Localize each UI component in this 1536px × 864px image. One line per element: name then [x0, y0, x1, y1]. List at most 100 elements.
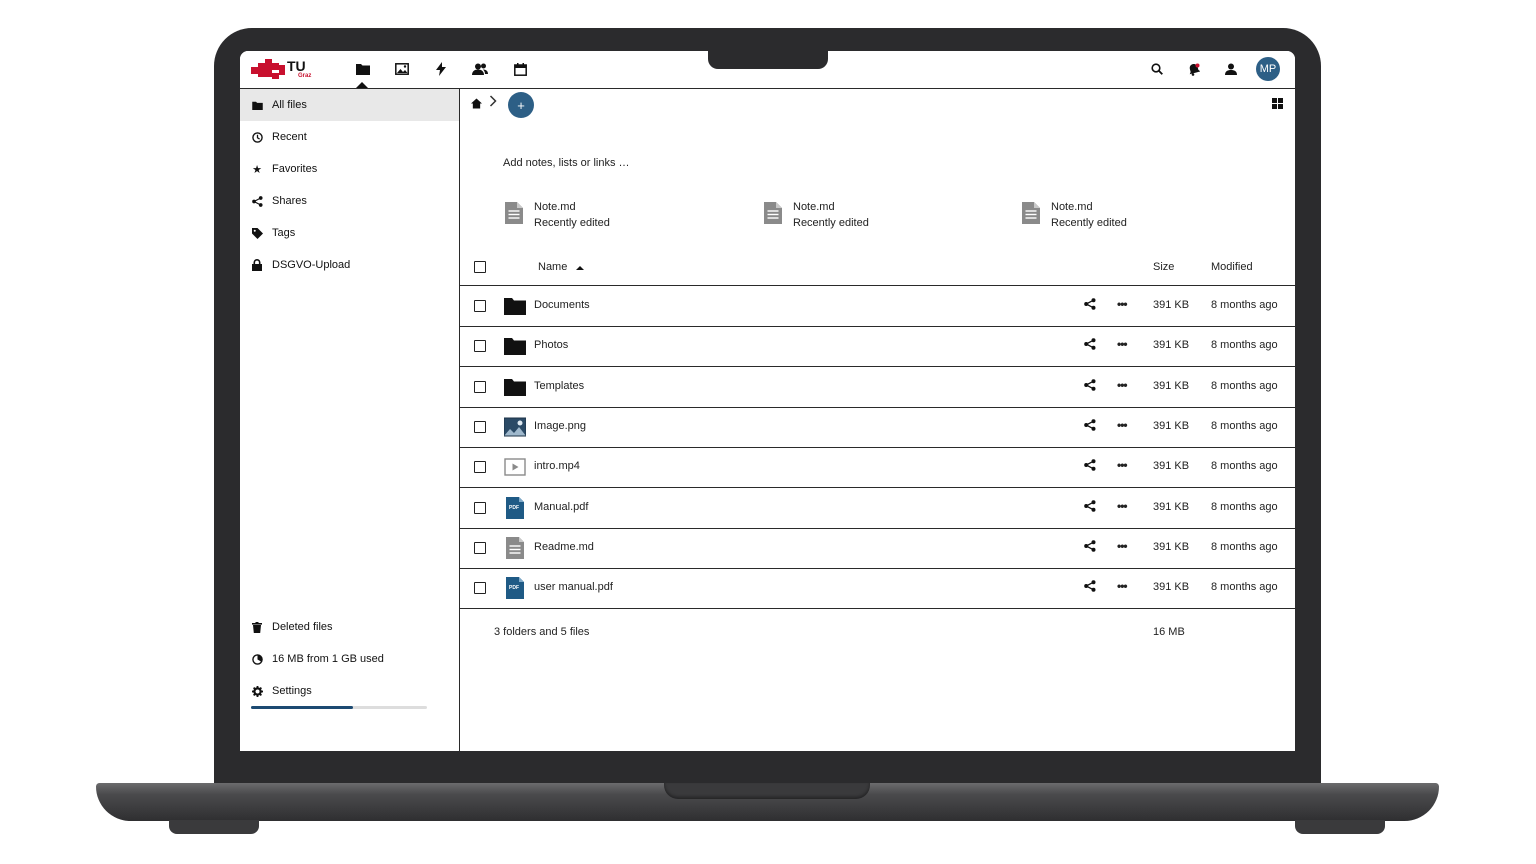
- share-icon[interactable]: [1084, 580, 1096, 592]
- sidebar-item-all-files[interactable]: All files: [240, 89, 459, 121]
- sidebar-item-tags[interactable]: Tags: [240, 217, 459, 249]
- active-app-indicator: [356, 82, 368, 88]
- pdf-badge: PDF: [509, 585, 519, 592]
- lock-icon: [250, 259, 264, 271]
- file-modified: 8 months ago: [1211, 540, 1278, 553]
- sidebar: All files Recent ★ Favorites Shares Tags…: [240, 89, 460, 751]
- column-header-name[interactable]: Name: [538, 261, 567, 273]
- file-name[interactable]: Readme.md: [534, 541, 594, 553]
- share-icon[interactable]: [1084, 419, 1096, 431]
- sidebar-item-dsgvo-upload[interactable]: DSGVO-Upload: [240, 249, 459, 281]
- share-icon[interactable]: [1084, 378, 1096, 391]
- file-summary-size: 16 MB: [1153, 626, 1185, 638]
- row-checkbox[interactable]: [474, 582, 486, 595]
- user-avatar[interactable]: MP: [1256, 57, 1280, 81]
- more-actions-icon[interactable]: •••: [1117, 579, 1128, 593]
- recent-note-card[interactable]: Note.md Recently edited: [505, 199, 610, 231]
- row-checkbox[interactable]: [474, 461, 486, 474]
- calendar-icon[interactable]: [512, 61, 528, 77]
- more-actions-icon[interactable]: •••: [1117, 337, 1128, 351]
- share-icon[interactable]: [1084, 338, 1096, 351]
- sidebar-item-label: Recent: [272, 131, 307, 143]
- share-icon[interactable]: [1084, 499, 1096, 512]
- file-modified: 8 months ago: [1211, 419, 1278, 432]
- note-title: Note.md: [793, 201, 835, 213]
- column-header-size[interactable]: Size: [1153, 261, 1174, 273]
- file-row[interactable]: Documents ••• 391 KB 8 months ago: [460, 286, 1295, 327]
- share-icon[interactable]: [1084, 298, 1096, 310]
- star-icon: ★: [252, 163, 262, 176]
- photos-icon[interactable]: [394, 61, 410, 77]
- file-row[interactable]: PDF user manual.pdf ••• 391 KB 8 months ago: [460, 568, 1295, 610]
- column-header-modified[interactable]: Modified: [1211, 261, 1253, 273]
- more-actions-icon[interactable]: •••: [1117, 378, 1128, 392]
- file-row[interactable]: PDF Manual.pdf ••• 391 KB 8 months ago: [460, 488, 1295, 529]
- recent-note-card[interactable]: Note.md Recently edited: [764, 199, 869, 231]
- home-icon[interactable]: [471, 98, 482, 112]
- search-icon[interactable]: [1149, 61, 1165, 77]
- row-checkbox[interactable]: [474, 420, 486, 433]
- file-name[interactable]: Image.png: [534, 420, 586, 432]
- file-name[interactable]: intro.mp4: [534, 460, 580, 472]
- file-size: 391 KB: [1153, 460, 1190, 473]
- grid-view-toggle[interactable]: [1272, 98, 1283, 109]
- activity-icon[interactable]: [433, 61, 449, 77]
- sidebar-item-label: DSGVO-Upload: [272, 259, 351, 271]
- image-thumbnail-icon: [504, 417, 526, 437]
- more-actions-icon[interactable]: •••: [1117, 458, 1128, 472]
- sidebar-item-favorites[interactable]: ★ Favorites: [240, 153, 459, 185]
- note-title: Note.md: [1051, 201, 1093, 213]
- sidebar-item-recent[interactable]: Recent: [240, 121, 459, 153]
- share-icon[interactable]: [1084, 459, 1096, 471]
- recent-note-card[interactable]: Note.md Recently edited: [1022, 199, 1127, 231]
- file-row[interactable]: Image.png ••• 391 KB 8 months ago: [460, 407, 1295, 448]
- file-row[interactable]: intro.mp4 ••• 391 KB 8 months ago: [460, 447, 1295, 489]
- file-row[interactable]: Readme.md ••• 391 KB 8 months ago: [460, 528, 1295, 569]
- folder-icon: [504, 298, 526, 315]
- file-size: 391 KB: [1153, 581, 1190, 594]
- more-actions-icon[interactable]: •••: [1117, 297, 1128, 311]
- laptop-foot-right: [1295, 820, 1385, 834]
- file-name[interactable]: user manual.pdf: [534, 581, 613, 593]
- logo-text: TU: [287, 58, 306, 74]
- file-row[interactable]: Templates ••• 391 KB 8 months ago: [460, 367, 1295, 408]
- text-file-icon: [505, 202, 523, 224]
- file-size: 391 KB: [1153, 500, 1190, 513]
- quota-display[interactable]: 16 MB from 1 GB used: [240, 643, 459, 675]
- more-actions-icon[interactable]: •••: [1117, 539, 1128, 553]
- share-icon[interactable]: [1084, 539, 1096, 552]
- folder-icon: [504, 338, 526, 356]
- file-name[interactable]: Manual.pdf: [534, 501, 588, 513]
- file-name[interactable]: Templates: [534, 380, 584, 392]
- file-size: 391 KB: [1153, 299, 1190, 311]
- new-button[interactable]: +: [508, 92, 534, 118]
- file-row[interactable]: Photos ••• 391 KB 8 months ago: [460, 326, 1295, 368]
- sidebar-item-settings[interactable]: Settings: [240, 675, 459, 707]
- folder-icon[interactable]: [355, 61, 371, 77]
- file-name[interactable]: Documents: [534, 299, 590, 311]
- contacts-icon[interactable]: [472, 61, 488, 77]
- contacts-menu-icon[interactable]: [1223, 61, 1239, 77]
- row-checkbox[interactable]: [474, 380, 486, 393]
- quota-label: 16 MB from 1 GB used: [272, 653, 384, 665]
- row-checkbox[interactable]: [474, 541, 486, 554]
- file-table-header: Name Size Modified: [460, 247, 1295, 286]
- row-checkbox[interactable]: [474, 300, 486, 312]
- file-name[interactable]: Photos: [534, 339, 568, 351]
- more-actions-icon[interactable]: •••: [1117, 499, 1128, 513]
- notifications-icon[interactable]: [1186, 61, 1202, 77]
- sort-ascending-icon[interactable]: [576, 262, 584, 274]
- sidebar-item-shares[interactable]: Shares: [240, 185, 459, 217]
- row-checkbox[interactable]: [474, 340, 486, 353]
- more-actions-icon[interactable]: •••: [1117, 418, 1128, 432]
- rich-workspace-hint[interactable]: Add notes, lists or links …: [503, 157, 630, 169]
- tag-icon: [250, 227, 264, 239]
- row-checkbox[interactable]: [474, 501, 486, 514]
- file-size: 391 KB: [1153, 339, 1190, 352]
- tu-graz-logo[interactable]: TU Graz: [251, 58, 311, 81]
- file-size: 391 KB: [1153, 379, 1190, 392]
- file-modified: 8 months ago: [1211, 299, 1278, 311]
- sidebar-item-deleted-files[interactable]: Deleted files: [240, 611, 459, 643]
- file-size: 391 KB: [1153, 540, 1190, 553]
- select-all-checkbox[interactable]: [474, 261, 486, 273]
